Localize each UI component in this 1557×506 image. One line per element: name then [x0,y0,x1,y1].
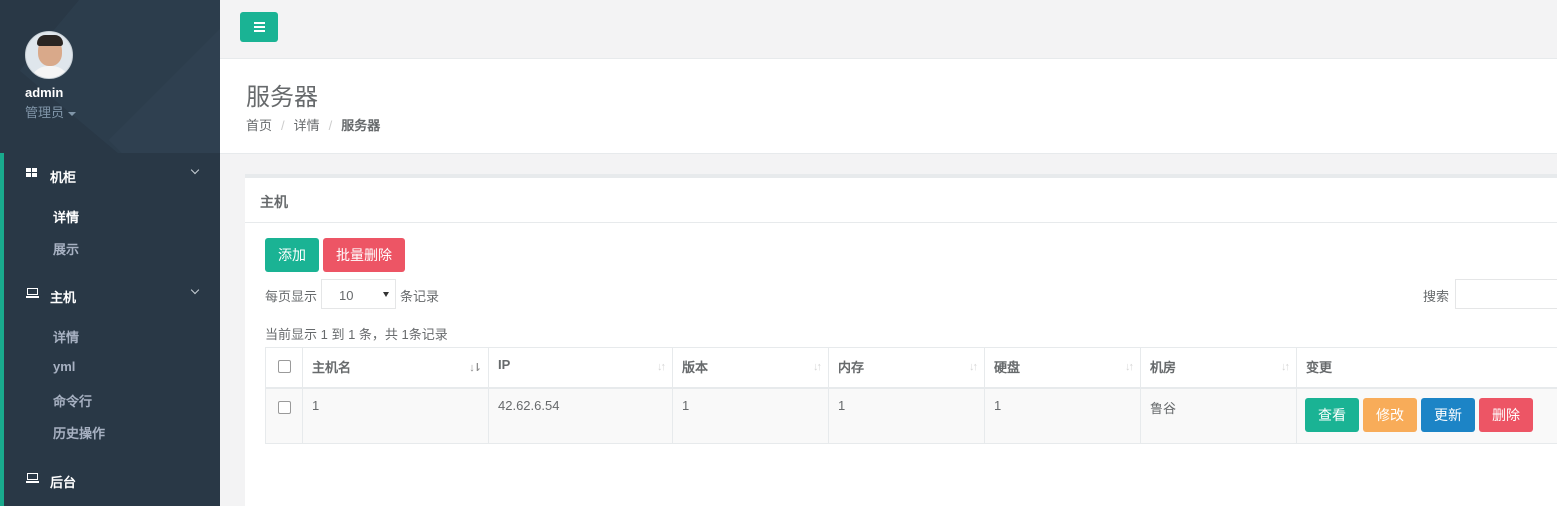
table-summary: 当前显示 1 到 1 条，共 1条记录 [265,327,448,342]
select-all-checkbox[interactable] [277,360,291,373]
view-button[interactable]: 查看 [1305,397,1359,432]
sort-icon: ↓↑ [969,361,978,373]
breadcrumb: 首页 / 详情 / 服务器 [246,118,381,133]
sort-icon: ↓↑ [1125,361,1134,373]
per-page-prefix: 每页显示 [265,289,318,304]
user-profile: admin 管理员 [0,0,220,153]
nav-label: 机柜 [50,170,77,185]
panel-title: 主机 [260,194,288,210]
sidebar: admin 管理员 机柜 详情 展示 主机 详情 yml 命令行 历史操作 后台 [0,0,220,506]
page-title: 服务器 [246,83,318,111]
cell-memory: 1 [828,387,985,444]
caret-down-icon [68,111,77,116]
nav-label: 主机 [50,290,77,305]
table-row: 1 42.62.6.54 1 1 1 鲁谷 查看 修改 更新 删除 [265,387,1557,444]
cell-version: 1 [672,387,829,444]
nav-sub-cabinet-display[interactable]: 展示 [53,239,79,258]
sort-icon: ↓↑ [657,361,666,373]
breadcrumb-current: 服务器 [341,118,381,133]
breadcrumb-home[interactable]: 首页 [246,118,272,133]
breadcrumb-detail[interactable]: 详情 [294,118,320,133]
row-select-cell [265,387,303,444]
batch-delete-button[interactable]: 批量删除 [323,238,405,272]
sort-asc-icon: ↓⇂ [469,362,482,374]
cell-ip: 42.62.6.54 [488,387,673,444]
update-button[interactable]: 更新 [1421,397,1475,432]
nav-label: 后台 [50,475,77,490]
user-role-dropdown[interactable]: 管理员 [25,102,77,121]
username[interactable]: admin [25,85,63,100]
add-button[interactable]: 添加 [265,238,319,272]
top-navbar [220,0,1557,59]
nav-item-backend[interactable]: 后台 [0,458,220,502]
nav-sub-host-cli[interactable]: 命令行 [53,391,92,410]
user-role: 管理员 [25,105,65,120]
per-page-suffix: 条记录 [400,289,440,304]
laptop-icon [26,288,39,298]
col-room[interactable]: 机房 ↓↑ [1140,347,1297,389]
delete-button[interactable]: 删除 [1479,397,1533,432]
nav-item-host[interactable]: 主机 [0,273,220,317]
col-disk[interactable]: 硬盘 ↓↑ [984,347,1141,389]
nav-item-cabinet[interactable]: 机柜 [0,153,220,197]
table-header-row: 主机名 ↓⇂ IP ↓↑ 版本 ↓↑ 内存 ↓↑ 硬盘 ↓↑ 机房 ↓↑ 变更 [265,347,1557,389]
host-panel: 主机 添加 批量删除 每页显示 10 条记录 搜索 当前显示 1 到 1 条，共… [245,174,1557,506]
nav-sub-cabinet-detail[interactable]: 详情 [53,207,79,226]
col-hostname[interactable]: 主机名 ↓⇂ [302,347,489,389]
nav-sub-host-history[interactable]: 历史操作 [53,423,105,442]
cell-disk: 1 [984,387,1141,444]
dropdown-arrow-icon [383,292,389,297]
col-ip[interactable]: IP ↓↑ [488,347,673,389]
cell-room: 鲁谷 [1140,387,1297,444]
per-page-select[interactable]: 10 [321,279,396,309]
row-checkbox[interactable] [277,400,291,414]
col-change: 变更 [1296,347,1557,389]
menu-toggle-button[interactable] [240,12,278,42]
per-page-value: 10 [339,288,354,303]
hamburger-icon [254,22,265,34]
page-heading: 服务器 首页 / 详情 / 服务器 [220,59,1557,154]
select-all-cell [265,347,303,389]
search-input[interactable] [1455,279,1557,309]
chevron-down-icon [190,285,200,295]
grid-icon [26,168,37,177]
col-version[interactable]: 版本 ↓↑ [672,347,829,389]
sort-icon: ↓↑ [1281,361,1290,373]
avatar[interactable] [25,31,73,79]
search-label: 搜索 [1423,289,1450,304]
panel-header: 主机 [245,178,1557,223]
chevron-down-icon [190,165,200,175]
col-memory[interactable]: 内存 ↓↑ [828,347,985,389]
laptop-icon [26,473,39,483]
host-table: 主机名 ↓⇂ IP ↓↑ 版本 ↓↑ 内存 ↓↑ 硬盘 ↓↑ 机房 ↓↑ 变更 1 42.6… [265,347,1557,444]
nav-sub-host-yml[interactable]: yml [53,359,75,374]
cell-hostname: 1 [302,387,489,444]
cell-actions: 查看 修改 更新 删除 [1296,387,1557,444]
sort-icon: ↓↑ [813,361,822,373]
nav-sub-host-detail[interactable]: 详情 [53,327,79,346]
edit-button[interactable]: 修改 [1363,397,1417,432]
